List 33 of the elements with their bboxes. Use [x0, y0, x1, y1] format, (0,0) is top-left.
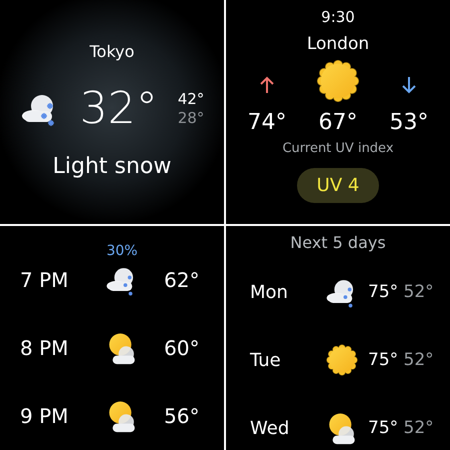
city-name: Tokyo [90, 42, 134, 61]
uv-label: Current UV index [282, 141, 394, 156]
low-temperature: 53° [390, 110, 428, 135]
condition-text: Light snow [52, 154, 172, 179]
hour-label: 9 PM [19, 404, 70, 428]
clock-time: 9:30 [321, 8, 355, 26]
high-temperature: 42° [178, 90, 204, 108]
down-arrow-icon [401, 76, 417, 94]
section-title: Next 5 days [290, 233, 386, 252]
hour-label: 8 PM [19, 336, 70, 360]
sun-icon [325, 343, 359, 377]
high-temperature: 75° [368, 350, 398, 370]
day-label: Wed [249, 418, 290, 438]
current-temperature: 67° [318, 110, 358, 135]
low-temperature: 52° [404, 418, 434, 438]
hour-temperature: 62° [163, 268, 200, 292]
precipitation-chance: 30% [106, 243, 138, 259]
up-arrow-icon [259, 76, 275, 94]
sun-icon [315, 58, 361, 104]
low-temperature: 52° [404, 350, 434, 370]
high-temperature: 75° [368, 282, 398, 302]
high-temperature: 74° [248, 110, 286, 135]
day-label: Tue [249, 350, 282, 370]
hour-temperature: 56° [163, 404, 200, 428]
low-temperature: 52° [404, 282, 434, 302]
hour-label: 7 PM [19, 268, 70, 292]
hour-temperature: 60° [163, 336, 200, 360]
uv-index-badge: UV 4 [296, 168, 380, 203]
city-name: London [306, 34, 370, 54]
day-label: Mon [249, 282, 289, 302]
low-temperature: 28° [178, 108, 204, 128]
high-temperature: 75° [368, 418, 398, 438]
current-temperature: 32° [80, 83, 158, 134]
